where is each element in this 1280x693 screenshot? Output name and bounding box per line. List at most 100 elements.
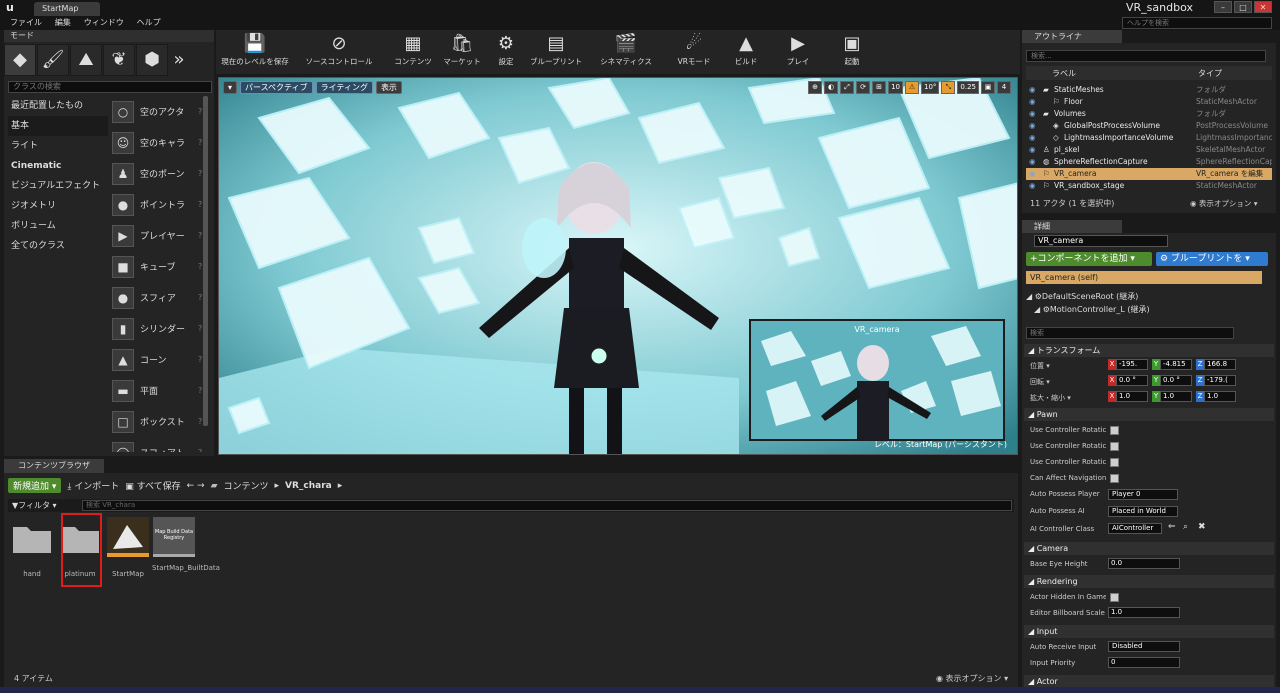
place-mode-icon[interactable]: ◆ (4, 44, 36, 76)
visibility-eye-icon[interactable]: ◉ (1029, 180, 1036, 192)
blueprint-button[interactable]: ⚙ ブループリントを ▾ (1156, 252, 1268, 266)
category-cinematic[interactable]: Cinematic (8, 156, 108, 176)
placeable-item[interactable]: ○ 空のアクタ? (112, 96, 208, 127)
visibility-eye-icon[interactable]: ◉ (1029, 132, 1036, 144)
editor-billboard-scale-field[interactable]: 1.0 (1108, 607, 1180, 618)
lighting-button[interactable]: ライティング (315, 81, 373, 94)
location-z-field[interactable]: 166.8 (1204, 359, 1236, 370)
outliner-tab[interactable]: アウトライナ (1022, 30, 1122, 43)
outliner-row[interactable]: ◉ ◇ LightmassImportanceVolume LightmassImpo… (1026, 132, 1272, 144)
auto-receive-input-dropdown[interactable]: Disabled (1108, 641, 1180, 652)
viewport-tool-icon[interactable]: ◐ (824, 81, 839, 94)
column-label[interactable]: ラベル (1052, 68, 1076, 79)
toolbar-button[interactable]: ⊘ ソースコントロール (294, 32, 384, 72)
menu-help[interactable]: ヘルプ (137, 16, 161, 30)
column-type[interactable]: タイプ (1198, 68, 1222, 79)
viewport-options-button[interactable]: ▾ (223, 81, 238, 94)
details-search-input[interactable]: 検索 (1026, 327, 1234, 339)
help-icon[interactable]: ? (198, 448, 208, 452)
history-nav[interactable]: ← → (187, 481, 205, 491)
rotation-label[interactable]: 回転 ▾ (1030, 377, 1106, 387)
asset-search-input[interactable]: 検索 VR_chara (82, 500, 1012, 511)
paint-mode-icon[interactable]: 🖌 (37, 44, 69, 76)
placeable-item[interactable]: ■ キューブ? (112, 251, 208, 282)
toolbar-button[interactable]: ▦ コンテンツ (390, 32, 436, 72)
category-volumes[interactable]: ボリューム (8, 216, 108, 236)
scale-label[interactable]: 拡大・縮小 ▾ (1030, 393, 1106, 403)
rotation-z-field[interactable]: -179.( (1204, 375, 1236, 386)
scale-y-field[interactable]: 1.0 (1160, 391, 1192, 402)
scale-z-field[interactable]: 1.0 (1204, 391, 1236, 402)
viewport-tool-icon[interactable]: ⟳ (856, 81, 871, 94)
rotation-x-field[interactable]: 0.0 ° (1116, 375, 1148, 386)
viewport-tool-icon[interactable]: ⊕ (808, 81, 823, 94)
base-eye-height-field[interactable]: 0.0 (1108, 558, 1180, 569)
visibility-eye-icon[interactable]: ◉ (1029, 96, 1036, 108)
toolbar-button[interactable]: ▣ 起動 (830, 32, 874, 72)
use-controller-rotation-pitch-checkbox[interactable] (1110, 426, 1119, 435)
visibility-eye-icon[interactable]: ◉ (1029, 84, 1036, 96)
toolbar-button[interactable]: 🛍 マーケット (440, 32, 484, 72)
foliage-mode-icon[interactable]: ❦ (103, 44, 135, 76)
auto-possess-ai-dropdown[interactable]: Placed in World (1108, 506, 1178, 517)
actor-hidden-in-game-checkbox[interactable] (1110, 593, 1119, 602)
outliner-search-input[interactable]: 検索... (1026, 50, 1266, 62)
viewport-tool-icon[interactable]: ⤢ (840, 81, 855, 94)
outliner-row[interactable]: ◉ ◍ SphereReflectionCapture SphereReflectio… (1026, 156, 1272, 168)
outliner-row[interactable]: ◉ ⚐ Floor StaticMeshActor (1026, 96, 1272, 108)
visibility-eye-icon[interactable]: ◉ (1029, 156, 1036, 168)
use-controller-rotation-yaw-checkbox[interactable] (1110, 442, 1119, 451)
category-visual-effects[interactable]: ビジュアルエフェクト (8, 176, 108, 196)
toolbar-button[interactable]: ▲ ビルド (724, 32, 768, 72)
outliner-row[interactable]: ◉ ▰ StaticMeshes フォルダ (1026, 84, 1272, 96)
outliner-row[interactable]: ◉ ⚐ VR_sandbox_stage StaticMeshActor (1026, 180, 1272, 192)
outliner-view-options[interactable]: ◉ 表示オプション ▾ (1190, 198, 1258, 209)
outliner-row[interactable]: ◉ ◈ GlobalPostProcessVolume PostProcessVolu… (1026, 120, 1272, 132)
placeable-item[interactable]: ▲ コーン? (112, 344, 208, 375)
visibility-eye-icon[interactable]: ◉ (1029, 120, 1036, 132)
asset-hand-folder[interactable]: hand (10, 517, 54, 578)
use-controller-rotation-roll-checkbox[interactable] (1110, 458, 1119, 467)
level-viewport[interactable]: ▾ パースペクティブ ライティング 表示 ⊕ ◐ ⤢ ⟳ ⊞ 10 ⚠ 10° ⤡ 0.25 ▣ 4 … (218, 77, 1018, 455)
category-geometry[interactable]: ジオメトリ (8, 196, 108, 216)
section-camera[interactable]: ◢ Camera (1024, 542, 1274, 555)
toolbar-button[interactable]: 💾 現在のレベルを保存 (220, 32, 290, 72)
component-default-scene-root[interactable]: ◢ ⚙DefaultSceneRoot (継承) (1026, 291, 1138, 302)
viewport-tool-icon[interactable]: ⚠ (904, 81, 919, 94)
save-all-button[interactable]: ▣ すべて保存 (125, 479, 180, 492)
toolbar-button[interactable]: ▤ ブループリント (528, 32, 584, 72)
location-x-field[interactable]: -195. (1116, 359, 1148, 370)
placeable-item[interactable]: ▶ プレイヤー? (112, 220, 208, 251)
content-browser-tab[interactable]: コンテンツブラウザ (4, 459, 104, 473)
search-icon[interactable]: ⌕ (1183, 522, 1188, 532)
toolbar-button[interactable]: 🎬 シネマティクス (588, 32, 664, 72)
clear-icon[interactable]: ✖ (1198, 522, 1206, 532)
outliner-row[interactable]: ◉ ♙ pl_skel SkeletalMeshActor (1026, 144, 1272, 156)
more-modes-icon[interactable]: » (169, 45, 189, 77)
placeable-item[interactable]: ● ポイントラ? (112, 189, 208, 220)
can-affect-navigation-checkbox[interactable] (1110, 474, 1119, 483)
outliner-row[interactable]: ◉ ⚐ VR_camera VR_camera を編集 (1026, 168, 1272, 180)
category-basic[interactable]: 基本 (8, 116, 108, 136)
section-rendering[interactable]: ◢ Rendering (1024, 575, 1274, 588)
section-pawn[interactable]: ◢ Pawn (1024, 408, 1274, 421)
close-button[interactable]: ✕ (1254, 1, 1272, 13)
landscape-mode-icon[interactable]: ⛰ (70, 44, 102, 76)
add-new-button[interactable]: 新規追加 ▾ (8, 478, 62, 493)
viewport-tool-icon[interactable]: 4 (997, 81, 1011, 94)
placeable-item[interactable]: ▮ シリンダー? (112, 313, 208, 344)
category-lights[interactable]: ライト (8, 136, 108, 156)
map-tab[interactable]: StartMap (34, 2, 100, 16)
view-options-button[interactable]: ◉ 表示オプション ▾ (936, 673, 1008, 684)
viewport-tool-icon[interactable]: 10° (920, 81, 940, 94)
menu-window[interactable]: ウィンドウ (84, 16, 124, 30)
placeable-item[interactable]: □ ボックスト? (112, 406, 208, 437)
visibility-eye-icon[interactable]: ◉ (1029, 108, 1036, 120)
visibility-eye-icon[interactable]: ◉ (1029, 144, 1036, 156)
minimize-button[interactable]: – (1214, 1, 1232, 13)
category-recent[interactable]: 最近配置したもの (8, 96, 108, 116)
location-label[interactable]: 位置 ▾ (1030, 361, 1106, 371)
geometry-mode-icon[interactable]: ⬢ (136, 44, 168, 76)
actor-name-field[interactable]: VR_camera (1034, 235, 1168, 247)
asset-startmap[interactable]: StartMap (106, 517, 150, 578)
